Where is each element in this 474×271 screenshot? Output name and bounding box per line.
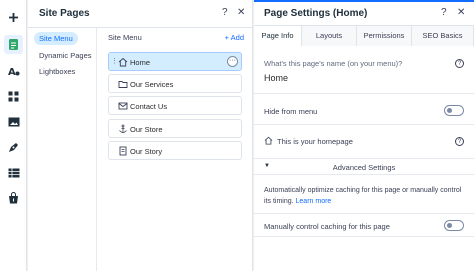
divider (254, 124, 474, 125)
table-icon[interactable] (4, 163, 23, 182)
manual-caching-toggle[interactable] (444, 220, 464, 231)
site-menu-area: Site Menu + Add ⋮ Home ··· Our Services … (98, 28, 253, 271)
page-item-our-store[interactable]: Our Store (108, 119, 242, 138)
tab-page-info[interactable]: Page Info (254, 26, 302, 46)
add-icon[interactable] (4, 8, 23, 27)
media-icon[interactable] (4, 112, 23, 131)
theme-icon[interactable]: A (4, 61, 23, 80)
hide-from-menu-label: Hide from menu (264, 107, 318, 116)
tab-permissions[interactable]: Permissions (357, 26, 412, 46)
nav-lightboxes[interactable]: Lightboxes (34, 65, 80, 78)
blog-icon[interactable] (4, 138, 23, 157)
folder-icon (118, 81, 128, 88)
homepage-label: This is your homepage (277, 137, 353, 146)
help-icon[interactable]: ? (441, 7, 447, 18)
settings-tabs: Page Info Layouts Permissions SEO Basics (254, 26, 474, 46)
apps-icon[interactable] (4, 87, 23, 106)
page-icon (119, 146, 127, 156)
info-icon[interactable]: ? (455, 59, 464, 68)
page-item-label: Contact Us (130, 102, 168, 111)
more-actions-button[interactable]: ··· (227, 56, 238, 67)
page-item-label: Home (130, 58, 151, 67)
anchor-icon (119, 124, 127, 133)
add-page-button[interactable]: + Add (225, 33, 244, 42)
page-item-label: Our Store (130, 125, 163, 134)
close-icon[interactable]: ✕ (237, 7, 245, 18)
tab-layouts[interactable]: Layouts (302, 26, 357, 46)
mail-icon (118, 102, 128, 110)
page-item-home[interactable]: ⋮ Home ··· (108, 52, 242, 71)
home-icon (264, 136, 273, 145)
tool-rail: A (0, 0, 27, 271)
page-settings-header: Page Settings (Home) ? ✕ (254, 2, 474, 26)
divider (254, 93, 474, 94)
svg-text:A: A (8, 67, 16, 77)
tab-seo-basics[interactable]: SEO Basics (412, 26, 474, 46)
page-item-our-services[interactable]: Our Services (108, 74, 242, 93)
advanced-settings-toggle[interactable]: ▼ Advanced Settings (254, 158, 474, 175)
toggle-knob (447, 108, 452, 113)
divider (254, 236, 474, 237)
caching-description-text: Automatically optimize caching for this … (264, 187, 462, 205)
divider (254, 213, 474, 214)
hide-from-menu-toggle[interactable] (444, 105, 464, 116)
caching-description: Automatically optimize caching for this … (264, 185, 464, 207)
site-menu-label: Site Menu (108, 33, 142, 42)
site-pages-title: Site Pages (39, 8, 90, 19)
editor: A Site Pages ? ✕ Site Menu Dynamic Pages… (0, 0, 474, 271)
page-name-label: What's this page's name (on your menu)? (264, 59, 403, 68)
page-settings-title: Page Settings (Home) (264, 8, 368, 19)
page-item-label: Our Services (130, 80, 174, 89)
site-pages-panel: Site Pages ? ✕ Site Menu Dynamic Pages L… (28, 0, 253, 271)
drag-handle-icon[interactable]: ⋮ (111, 57, 118, 65)
help-icon[interactable]: ? (222, 7, 228, 18)
pages-icon[interactable] (4, 35, 23, 54)
page-item-contact-us[interactable]: Contact Us (108, 96, 242, 115)
store-icon[interactable] (4, 188, 23, 207)
page-name-input[interactable]: Home (264, 73, 288, 83)
home-icon (118, 57, 128, 67)
page-settings-panel: Page Settings (Home) ? ✕ Page Info Layou… (254, 0, 474, 271)
learn-more-link[interactable]: Learn more (296, 198, 332, 205)
nav-dynamic-pages[interactable]: Dynamic Pages (34, 49, 97, 62)
close-icon[interactable]: ✕ (457, 7, 465, 18)
pages-nav: Site Menu Dynamic Pages Lightboxes (28, 28, 97, 271)
site-pages-header: Site Pages ? ✕ (28, 0, 253, 28)
nav-site-menu[interactable]: Site Menu (34, 32, 78, 45)
page-item-label: Our Story (130, 147, 163, 156)
manual-caching-label: Manually control caching for this page (264, 222, 390, 231)
toggle-knob (447, 223, 452, 228)
page-item-our-story[interactable]: Our Story (108, 141, 242, 160)
advanced-settings-label: Advanced Settings (332, 163, 396, 172)
info-icon[interactable]: ? (455, 137, 464, 146)
